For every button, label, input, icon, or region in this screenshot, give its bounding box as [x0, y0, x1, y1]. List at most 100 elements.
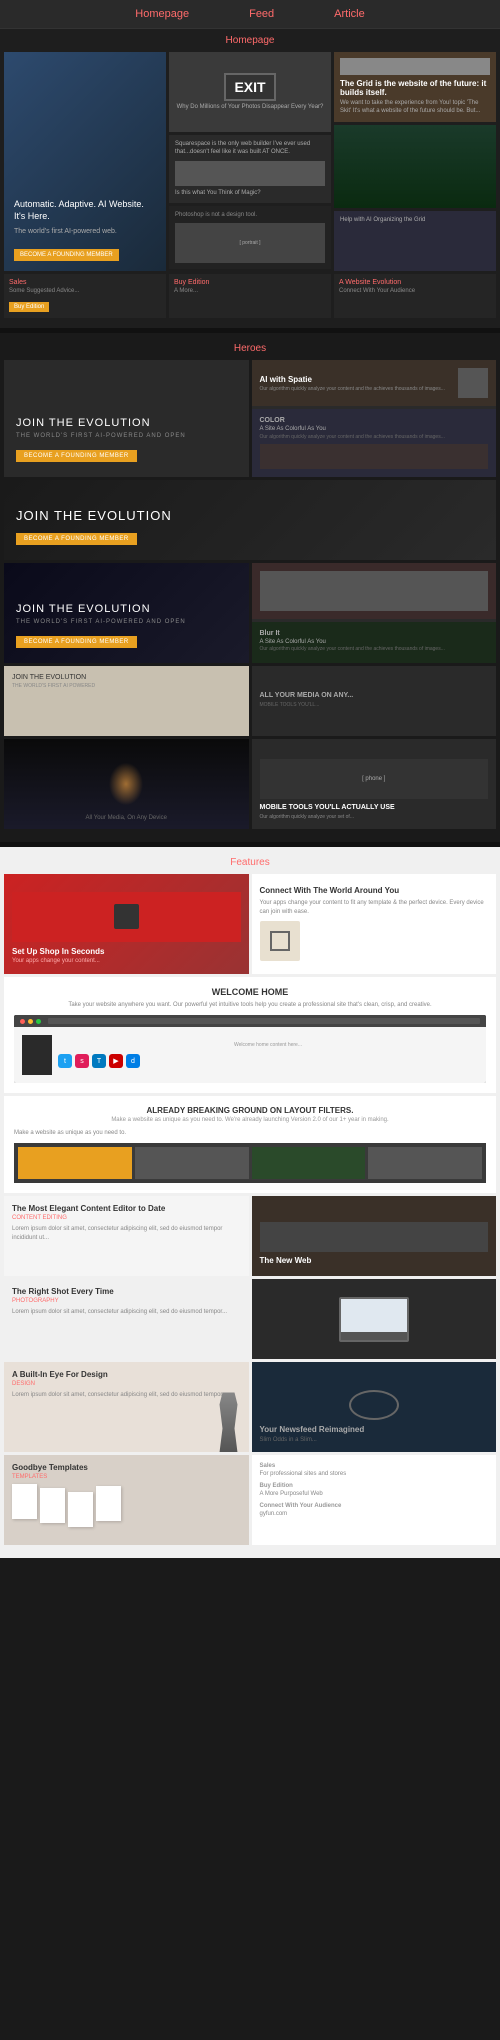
builtin-eye-row: A Built-In Eye For Design DESIGN Lorem i…	[0, 1362, 500, 1452]
layout-block-1	[18, 1147, 132, 1179]
browser-url	[48, 1018, 480, 1024]
hero1-subtitle: THE WORLD'S FIRST AI-POWERED AND OPEN	[16, 433, 237, 439]
hero-panel-1: JOIN THE EVOLUTION THE WORLD'S FIRST AI-…	[4, 360, 249, 476]
template-card-3	[68, 1492, 93, 1527]
browser-sidebar	[22, 1035, 52, 1075]
homepage-grid: Automatic. Adaptive. AI Website. It's He…	[0, 52, 500, 271]
connect2-body: gyfun.com	[260, 1511, 489, 1519]
media-panel: [ phone ] MOBILE TOOLS YOU'LL ACTUALLY U…	[252, 739, 497, 829]
media-title: All Your Media, On Any Device	[10, 815, 243, 821]
footer-sales-btn[interactable]: Buy Edition	[9, 302, 49, 312]
content-editor-body: Lorem ipsum dolor sit amet, consectetur …	[12, 1225, 241, 1242]
footer-sales-label: Sales	[9, 279, 161, 286]
setup-title: Set Up Shop In Seconds	[12, 947, 241, 956]
nav-feed[interactable]: Feed	[249, 8, 274, 20]
sales-label: Sales	[260, 1463, 489, 1469]
right-shot-right	[252, 1279, 497, 1359]
hr-top-3	[252, 563, 497, 619]
hero-panel-2: JOIN THE EVOLUTION BECOME A FOUNDING MEM…	[4, 480, 496, 560]
heroes-section: Heroes JOIN THE EVOLUTION THE WORLD'S FI…	[0, 333, 500, 841]
homepage-hero-button[interactable]: BECOME A FOUNDING MEMBER	[14, 249, 119, 261]
lens-shape	[349, 1390, 399, 1420]
homepage-center-col: EXIT Why Do Millions of Your Photos Disa…	[169, 52, 331, 271]
hero-small-row: JOIN THE EVOLUTION THE WORLD'S FIRST AI …	[0, 666, 500, 736]
app-icons-row: t s T ▶ d	[58, 1054, 478, 1068]
homepage-hero-tagline: The world's first AI-powered web.	[14, 227, 156, 237]
footer-web: A Website Evolution Connect With Your Au…	[334, 274, 496, 319]
right-top-body: We want to take the experience from You!…	[340, 100, 490, 116]
trello-icon: T	[92, 1054, 106, 1068]
hero-row-3: JOIN THE EVOLUTION THE WORLD'S FIRST AI-…	[0, 563, 500, 663]
hr-top-1: AI with Spatie Our algorithm quickly ana…	[252, 360, 497, 406]
footer-web-body: Connect With Your Audience	[339, 288, 491, 296]
template-card-2	[40, 1488, 65, 1523]
builtin-right: Your Newsfeed Reimagined Slim Odds in a …	[252, 1362, 497, 1452]
laptop-mockup	[339, 1297, 409, 1342]
templates-row: Goodbye Templates TEMPLATES Sales For pr…	[0, 1455, 500, 1545]
laptop-screen	[341, 1299, 407, 1332]
hero-small-right: ALL YOUR MEDIA ON ANY... MOBILE TOOLS YO…	[252, 666, 497, 736]
connect-row: Set Up Shop In Seconds Your apps change …	[0, 874, 500, 974]
homepage-right-top: The Grid is the website of the future: i…	[334, 52, 496, 122]
hero-row-1: JOIN THE EVOLUTION THE WORLD'S FIRST AI-…	[0, 360, 500, 476]
content-editor-row: The Most Elegant Content Editor to Date …	[0, 1196, 500, 1276]
right1-title: AI with Spatie	[260, 375, 445, 384]
welcome-panel: WELCOME HOME Take your website anywhere …	[4, 977, 496, 1093]
connect-title: Connect With The World Around You	[260, 886, 489, 895]
layout-panel: ALREADY BREAKING GROUND ON LAYOUT FILTER…	[4, 1096, 496, 1193]
center-mid-image	[175, 161, 325, 186]
layout-block-3	[252, 1147, 366, 1179]
buy-label: Buy Edition	[260, 1483, 489, 1489]
center-top-title: Why Do Millions of Your Photos Disappear…	[177, 104, 324, 112]
hero3-subtitle: THE WORLD'S FIRST AI-POWERED AND OPEN	[16, 619, 237, 625]
homepage-right-bot: Help with AI Organizing the Grid	[334, 211, 496, 271]
hero1-content: JOIN THE EVOLUTION THE WORLD'S FIRST AI-…	[16, 417, 237, 462]
layout-sub: Make a website as unique as you need to.…	[14, 1117, 486, 1123]
hero-right-1: AI with Spatie Our algorithm quickly ana…	[252, 360, 497, 476]
browser-dot-green	[36, 1019, 41, 1024]
content-editor-left: The Most Elegant Content Editor to Date …	[4, 1196, 249, 1276]
homepage-center-mid: Squarespace is the only web builder I've…	[169, 135, 331, 203]
nav-article[interactable]: Article	[334, 8, 365, 20]
homepage-footer-row: Sales Some Suggested Advice... Buy Editi…	[0, 271, 500, 319]
hero2-content: JOIN THE EVOLUTION BECOME A FOUNDING MEM…	[16, 508, 484, 545]
connect-body: Your apps change your content to fit any…	[260, 899, 489, 916]
layout-mock	[14, 1143, 486, 1183]
hero2-button[interactable]: BECOME A FOUNDING MEMBER	[16, 533, 137, 545]
template-card-4	[96, 1486, 121, 1521]
hero3-button[interactable]: BECOME A FOUNDING MEMBER	[16, 636, 137, 648]
browser-mockup: Welcome home content here... t s T ▶ d	[14, 1015, 486, 1083]
layout-block-4	[368, 1147, 482, 1179]
buy-column: Buy Edition A More Purposeful Web	[260, 1483, 489, 1499]
homepage-center-bot: Photoshop is not a design tool. [ portra…	[169, 206, 331, 269]
nav-homepage[interactable]: Homepage	[135, 8, 189, 20]
homepage-hero-title: Automatic. Adaptive. AI Website. It's He…	[14, 199, 156, 222]
connect-right: Connect With The World Around You Your a…	[252, 874, 497, 974]
right3-body: Our algorithm quickly analyze your conte…	[260, 646, 489, 653]
key-charm	[260, 921, 300, 961]
right2-title: COLOR	[260, 417, 489, 424]
feat-left-inner: Set Up Shop In Seconds Your apps change …	[4, 874, 249, 974]
hero1-button[interactable]: BECOME A FOUNDING MEMBER	[16, 450, 137, 462]
hr-mid-3: Blur It A Site As Colorful As You Our al…	[252, 622, 497, 663]
footer-edition: Buy Edition A More...	[169, 274, 331, 319]
welcome-body: Take your website anywhere you want. Our…	[14, 1001, 486, 1009]
top-navigation: Homepage Feed Article	[0, 0, 500, 29]
homepage-right-col: The Grid is the website of the future: i…	[334, 52, 496, 271]
person-silhouette	[214, 1392, 244, 1452]
features-section: Features Set Up Shop In Seconds Your app…	[0, 847, 500, 1559]
design-cat: DESIGN	[12, 1381, 241, 1387]
templates-title: Goodbye Templates	[12, 1463, 241, 1472]
new-web-image	[260, 1222, 489, 1252]
man-image-placeholder: [ portrait ]	[239, 240, 260, 246]
browser-content: Welcome home content here... t s T ▶ d	[14, 1027, 486, 1083]
right-shot-title: The Right Shot Every Time	[12, 1287, 241, 1296]
browser-dot-yellow	[28, 1019, 33, 1024]
template-stacks	[12, 1484, 241, 1527]
small-right-body: MOBILE TOOLS YOU'LL...	[260, 702, 489, 709]
hero3-content: JOIN THE EVOLUTION THE WORLD'S FIRST AI-…	[16, 603, 237, 648]
right-bot-body: Help with AI Organizing the Grid	[340, 217, 490, 225]
right-shot-row: The Right Shot Every Time PHOTOGRAPHY Lo…	[0, 1279, 500, 1359]
footer-edition-label: Buy Edition	[174, 279, 326, 286]
connect2-column: Connect With Your Audience gyfun.com	[260, 1503, 489, 1519]
